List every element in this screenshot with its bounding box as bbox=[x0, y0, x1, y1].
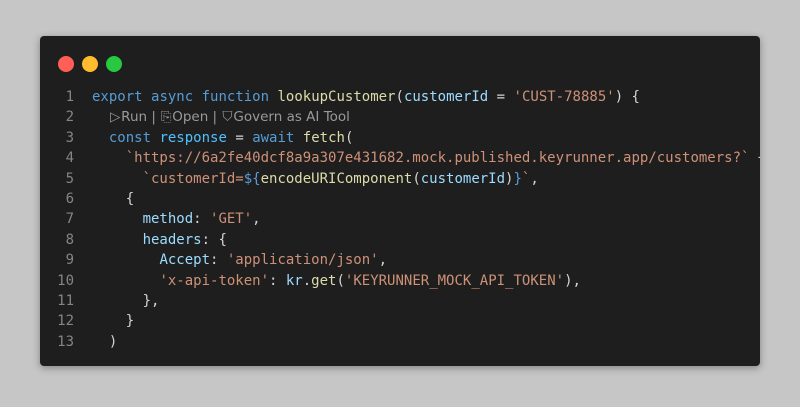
code-line: 11 }, bbox=[40, 291, 760, 311]
operator: = bbox=[226, 129, 253, 146]
method-call: get bbox=[311, 272, 337, 289]
function-name: lookupCustomer bbox=[277, 89, 396, 105]
line-content: { bbox=[74, 189, 134, 209]
punctuation: : { bbox=[201, 231, 227, 248]
keyword-export: export bbox=[92, 89, 143, 105]
operator: + bbox=[749, 150, 760, 166]
codelens-bar: ▷Run | ⎘Open | ⛉Govern as AI Tool bbox=[74, 107, 350, 127]
minimize-button[interactable] bbox=[82, 56, 98, 72]
line-number: 5 bbox=[65, 170, 74, 187]
line-content: 'x-api-token': kr.get('KEYRUNNER_MOCK_AP… bbox=[74, 271, 581, 291]
line-content: export async function lookupCustomer(cus… bbox=[74, 87, 640, 107]
line-number: 2 bbox=[65, 109, 74, 126]
punctuation: : bbox=[193, 211, 211, 228]
close-button[interactable] bbox=[58, 56, 74, 72]
line-number: 3 bbox=[65, 129, 74, 146]
code-line: 9 Accept: 'application/json', bbox=[40, 250, 760, 270]
file-open-icon: ⎘ bbox=[160, 109, 172, 126]
code-line: 5 `customerId=${encodeURIComponent(custo… bbox=[40, 169, 760, 189]
interpolation-open: ${ bbox=[243, 170, 261, 187]
line-content: Accept: 'application/json', bbox=[74, 250, 387, 270]
play-icon: ▷ bbox=[109, 109, 121, 126]
object-name: kr bbox=[285, 272, 303, 289]
code-line: 1 export async function lookupCustomer(c… bbox=[40, 87, 760, 107]
punctuation: ) { bbox=[614, 89, 640, 105]
code-line: 6 { bbox=[40, 189, 760, 209]
property-key-string: 'x-api-token' bbox=[159, 272, 270, 289]
argument: customerId bbox=[420, 170, 506, 187]
line-number: 11 bbox=[57, 292, 74, 309]
string-literal: 'KEYRUNNER_MOCK_API_TOKEN' bbox=[344, 272, 565, 289]
line-content: method: 'GET', bbox=[74, 209, 261, 229]
line-number: 9 bbox=[65, 252, 74, 269]
line-number: 10 bbox=[57, 272, 74, 289]
punctuation: : bbox=[269, 272, 286, 289]
code-editor[interactable]: 1 export async function lookupCustomer(c… bbox=[40, 87, 760, 352]
punctuation: : bbox=[210, 252, 227, 269]
function-call: encodeURIComponent bbox=[260, 170, 413, 187]
line-content: headers: { bbox=[74, 230, 227, 250]
operator: = bbox=[488, 89, 514, 105]
line-number: 4 bbox=[65, 150, 74, 167]
codelens-run[interactable]: ▷Run bbox=[109, 109, 147, 125]
codelens-govern[interactable]: ⛉Govern as AI Tool bbox=[221, 109, 350, 125]
punctuation: ) bbox=[108, 333, 118, 350]
param-name: customerId bbox=[403, 89, 489, 105]
keyword-function: function bbox=[201, 89, 270, 105]
line-number: 7 bbox=[65, 211, 74, 228]
property-key: Accept bbox=[159, 252, 211, 269]
punctuation: , bbox=[378, 252, 388, 269]
string-literal: 'application/json' bbox=[226, 252, 379, 269]
keyword-const: const bbox=[108, 129, 152, 146]
line-number: 12 bbox=[57, 313, 74, 330]
punctuation: { bbox=[125, 190, 135, 207]
line-number: 8 bbox=[65, 231, 74, 248]
code-line: 10 'x-api-token': kr.get('KEYRUNNER_MOCK… bbox=[40, 271, 760, 291]
window-controls bbox=[58, 56, 122, 72]
punctuation: ( bbox=[336, 272, 345, 289]
punctuation: . bbox=[302, 272, 312, 289]
codelens-open[interactable]: ⎘Open bbox=[160, 109, 208, 125]
property-key: headers bbox=[142, 231, 202, 248]
line-content: const response = await fetch( bbox=[74, 128, 354, 148]
line-number: 13 bbox=[57, 333, 74, 350]
code-line: 2 ▷Run | ⎘Open | ⛉Govern as AI Tool bbox=[40, 107, 760, 127]
punctuation: ( bbox=[344, 129, 354, 146]
interpolation-close: } bbox=[513, 170, 522, 187]
line-content: } bbox=[74, 311, 134, 331]
punctuation: , bbox=[530, 170, 539, 187]
punctuation: }, bbox=[142, 292, 160, 309]
code-window: 1 export async function lookupCustomer(c… bbox=[40, 36, 760, 366]
code-line: 8 headers: { bbox=[40, 230, 760, 250]
line-number: 6 bbox=[65, 190, 74, 207]
variable-name: response bbox=[159, 129, 227, 146]
punctuation: ( bbox=[395, 89, 404, 105]
maximize-button[interactable] bbox=[106, 56, 122, 72]
property-key: method bbox=[142, 211, 194, 228]
code-line: 7 method: 'GET', bbox=[40, 209, 760, 229]
code-line: 12 } bbox=[40, 311, 760, 331]
string-literal: 'CUST-78885' bbox=[513, 89, 615, 105]
shield-icon: ⛉ bbox=[222, 109, 233, 126]
keyword-async: async bbox=[151, 89, 194, 105]
line-content: ) bbox=[74, 332, 117, 352]
punctuation: ), bbox=[564, 272, 581, 289]
line-content: `customerId=${encodeURIComponent(custome… bbox=[74, 169, 539, 189]
codelens-separator: | bbox=[147, 109, 161, 126]
string-literal: 'GET' bbox=[210, 211, 253, 228]
code-line: 3 const response = await fetch( bbox=[40, 128, 760, 148]
codelens-separator: | bbox=[208, 109, 222, 126]
punctuation: ( bbox=[412, 170, 421, 187]
punctuation: , bbox=[252, 211, 261, 228]
line-content: `https://6a2fe40dcf8a9a307e431682.mock.p… bbox=[74, 148, 760, 168]
template-string: `customerId= bbox=[142, 170, 244, 187]
line-content: }, bbox=[74, 291, 160, 311]
url-string: `https://6a2fe40dcf8a9a307e431682.mock.p… bbox=[125, 150, 750, 167]
punctuation: } bbox=[125, 313, 135, 330]
code-line: 4 `https://6a2fe40dcf8a9a307e431682.mock… bbox=[40, 148, 760, 168]
code-line: 13 ) bbox=[40, 332, 760, 352]
function-call: fetch bbox=[302, 129, 345, 146]
keyword-await: await bbox=[252, 129, 295, 146]
line-number: 1 bbox=[65, 89, 74, 105]
